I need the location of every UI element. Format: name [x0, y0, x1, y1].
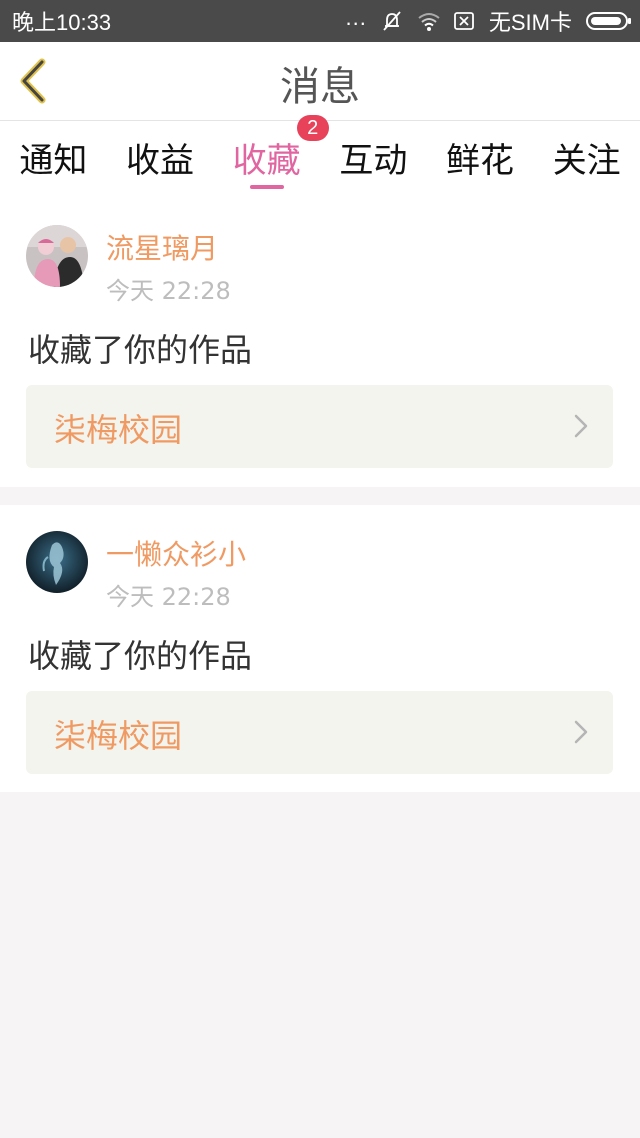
timestamp: 今天 22:28	[106, 277, 231, 305]
chevron-right-icon	[574, 414, 588, 438]
wifi-icon	[417, 10, 440, 32]
status-time: 晚上10:33	[12, 10, 112, 35]
work-title: 柒梅校园	[54, 717, 183, 755]
avatar[interactable]	[26, 531, 88, 593]
work-link[interactable]: 柒梅校园	[26, 691, 613, 774]
tab-earnings[interactable]: 收益	[107, 121, 214, 199]
battery-icon	[586, 12, 631, 30]
tab-interactions[interactable]: 互动	[320, 121, 427, 199]
action-text: 收藏了你的作品	[28, 331, 253, 369]
silent-bell-icon	[381, 10, 403, 32]
message-card: 一懒众衫小 今天 22:28 收藏了你的作品 柒梅校园	[0, 505, 640, 792]
tab-follows[interactable]: 关注	[533, 121, 640, 199]
sim-off-icon	[453, 10, 475, 32]
tab-label: 鲜花	[446, 141, 515, 181]
tab-label: 关注	[552, 141, 621, 181]
tab-favorites[interactable]: 收藏 2	[213, 115, 329, 199]
username[interactable]: 一懒众衫小	[106, 533, 246, 573]
carrier-label: 无SIM卡	[488, 10, 572, 35]
tab-bar: 通知 收益 收藏 2 互动 鲜花 关注	[0, 115, 640, 199]
more-dots: ...	[345, 5, 367, 30]
work-title: 柒梅校园	[54, 411, 183, 449]
tab-label: 通知	[19, 141, 88, 181]
tab-label: 收益	[126, 141, 194, 181]
status-bar: 晚上10:33 ... 无SIM卡	[0, 0, 640, 42]
username[interactable]: 流星璃月	[106, 227, 218, 267]
timestamp: 今天 22:28	[106, 583, 231, 611]
chevron-right-icon	[574, 720, 588, 744]
tab-label: 收藏	[232, 141, 301, 181]
message-card: 流星璃月 今天 22:28 收藏了你的作品 柒梅校园	[0, 199, 640, 487]
tab-flowers[interactable]: 鲜花	[427, 121, 534, 199]
work-link[interactable]: 柒梅校园	[26, 385, 613, 468]
action-text: 收藏了你的作品	[28, 637, 253, 675]
page-title: 消息	[280, 64, 360, 110]
status-icons: ... 无SIM卡	[345, 0, 631, 42]
avatar[interactable]	[26, 225, 88, 287]
nav-bar: 消息	[0, 42, 640, 121]
tab-notifications[interactable]: 通知	[0, 121, 107, 199]
active-tab-indicator	[249, 185, 284, 189]
tab-label: 互动	[339, 141, 408, 181]
